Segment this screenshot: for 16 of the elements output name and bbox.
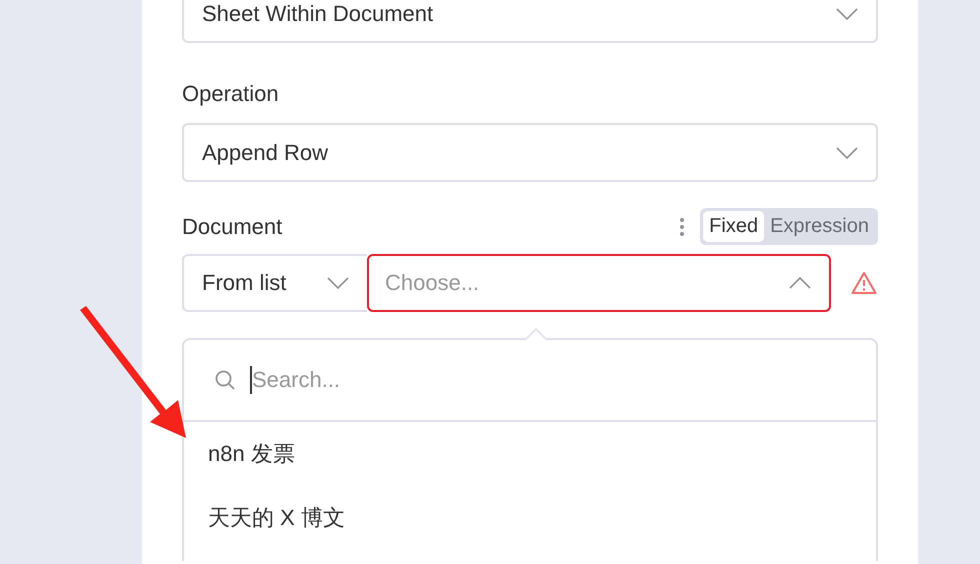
select-field[interactable]: Sheet Within Document [182,0,878,43]
field-label: Operation [182,80,280,108]
more-options-icon[interactable] [680,218,684,236]
warning-icon [851,271,877,295]
chevron-down-icon [836,8,858,20]
chevron-down-icon [327,277,349,289]
dropdown-item[interactable]: 天天的 X 博文 [184,486,876,550]
search-icon [214,369,236,391]
mode-tab[interactable]: Fixed [703,211,764,242]
chevron-down-icon [836,146,858,158]
dropdown-item[interactable]: n8n 发票 [184,422,876,486]
select-field[interactable]: Append Row [182,123,878,182]
source-select[interactable]: From list [182,254,367,312]
mode-tab[interactable]: Expression [764,211,875,242]
chevron-up-icon [789,277,811,289]
field-label: Document [182,212,282,240]
